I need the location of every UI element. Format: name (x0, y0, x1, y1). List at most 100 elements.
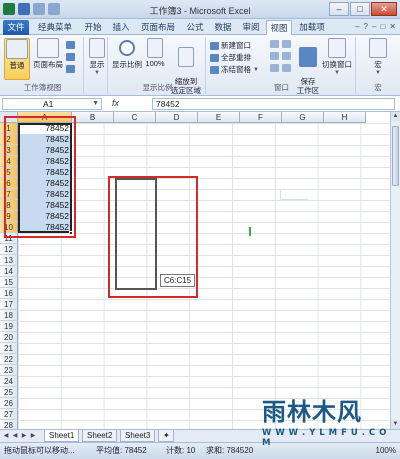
macros-button[interactable]: 宏 ▼ (364, 38, 392, 76)
zoom-100-button[interactable]: 100% (144, 38, 166, 68)
group-label-window: 窗口 (274, 83, 289, 92)
zoom-100-icon (147, 38, 163, 58)
tab-formulas[interactable]: 公式 (182, 20, 208, 35)
zoom-to-selection-icon (178, 47, 194, 67)
save-workspace-button[interactable]: 保存 工作区 (296, 38, 320, 104)
row-header-15[interactable]: 15 (0, 277, 18, 288)
tab-classic-menu[interactable]: 经典菜单 (32, 20, 78, 35)
tab-insert[interactable]: 插入 (108, 20, 134, 35)
row-header-12[interactable]: 12 (0, 244, 18, 255)
full-screen-button[interactable] (66, 65, 75, 73)
row-header-16[interactable]: 16 (0, 288, 18, 299)
tab-view[interactable]: 视图 (266, 20, 292, 35)
chevron-down-icon: ▼ (94, 70, 100, 76)
name-box[interactable]: A1 ▼ (2, 98, 102, 110)
column-header-g[interactable]: G (282, 112, 324, 123)
tab-home[interactable]: 开始 (80, 20, 106, 35)
row-header-24[interactable]: 24 (0, 376, 18, 387)
highlight-box-source (4, 116, 76, 238)
scroll-up-icon[interactable]: ▲ (391, 112, 400, 121)
close-button[interactable]: ✕ (371, 2, 397, 16)
workbook-minimize-button[interactable]: – (372, 22, 376, 31)
group-label-zoom: 显示比例 (142, 83, 173, 92)
next-sheet-icon[interactable]: ▶ (20, 432, 28, 439)
vertical-scrollbar[interactable]: ▲ ▼ (390, 112, 400, 429)
zoom-button[interactable]: 显示比例 (112, 38, 142, 70)
group-label-macros: 宏 (374, 83, 382, 92)
custom-views-button[interactable] (66, 53, 75, 61)
reset-window-position-button[interactable] (282, 64, 291, 72)
row-header-20[interactable]: 20 (0, 332, 18, 343)
row-header-13[interactable]: 13 (0, 255, 18, 266)
sheet-tab-2[interactable]: Sheet2 (82, 430, 118, 442)
row-header-22[interactable]: 22 (0, 354, 18, 365)
minimize-button[interactable]: – (329, 2, 349, 16)
show-button[interactable]: 显示 ▼ (87, 38, 107, 76)
column-header-e[interactable]: E (198, 112, 240, 123)
page-layout-icon (37, 38, 59, 58)
tab-review[interactable]: 审阅 (238, 20, 264, 35)
tab-page-layout[interactable]: 页面布局 (136, 20, 180, 35)
column-header-d[interactable]: D (156, 112, 198, 123)
page-layout-view-button[interactable]: 页面布局 (32, 38, 64, 70)
workbook-restore-button[interactable]: □ (380, 22, 385, 31)
freeze-panes-button[interactable]: 冻结窗格 ▼ (210, 64, 259, 75)
arrange-all-button[interactable]: 全部重排 (210, 52, 251, 63)
group-workbook-views: 普通 页面布局 工作簿视图 (2, 37, 84, 94)
unhide-button[interactable] (270, 64, 279, 72)
chevron-down-icon[interactable]: ▼ (92, 99, 99, 109)
row-header-19[interactable]: 19 (0, 321, 18, 332)
last-sheet-icon[interactable]: ▶ (29, 432, 37, 439)
switch-windows-button[interactable]: 切换窗口 ▼ (320, 38, 354, 76)
help-icon[interactable]: ? (364, 22, 368, 31)
column-header-c[interactable]: C (114, 112, 156, 123)
column-header-h[interactable]: H (324, 112, 366, 123)
row-header-23[interactable]: 23 (0, 365, 18, 376)
status-count: 计数: 10 (166, 446, 196, 455)
view-side-by-side-button[interactable] (282, 40, 291, 48)
row-header-17[interactable]: 17 (0, 299, 18, 310)
tab-data[interactable]: 数据 (210, 20, 236, 35)
row-header-28[interactable]: 28 (0, 420, 18, 429)
column-header-b[interactable]: B (72, 112, 114, 123)
save-workspace-icon (299, 47, 317, 67)
freeze-panes-icon (210, 65, 219, 74)
ribbon-tab-bar: 文件 经典菜单 开始 插入 页面布局 公式 数据 审阅 视图 加载项 – ? –… (0, 19, 400, 35)
tab-file[interactable]: 文件 (3, 20, 29, 35)
maximize-button[interactable]: □ (350, 2, 370, 16)
sheet-tab-3[interactable]: Sheet3 (120, 430, 156, 442)
row-header-18[interactable]: 18 (0, 310, 18, 321)
workbook-close-button[interactable]: ✕ (389, 22, 396, 31)
insert-function-button[interactable]: fx (112, 98, 119, 108)
sheet-tab-1[interactable]: Sheet1 (44, 430, 80, 442)
status-average: 平均值: 78452 (96, 446, 147, 455)
normal-view-button[interactable]: 普通 (4, 38, 30, 80)
row-header-21[interactable]: 21 (0, 343, 18, 354)
split-button[interactable] (270, 40, 279, 48)
custom-views-icon (66, 53, 75, 61)
sync-scrolling-button[interactable] (282, 52, 291, 60)
prev-sheet-icon[interactable]: ◀ (11, 432, 19, 439)
tab-add-ins[interactable]: 加载项 (294, 20, 330, 35)
first-sheet-icon[interactable]: ◀ (2, 432, 10, 439)
insert-sheet-icon[interactable]: ✦ (158, 430, 174, 442)
row-header-25[interactable]: 25 (0, 387, 18, 398)
ribbon-minimize-icon[interactable]: – (355, 22, 359, 31)
hide-button[interactable] (270, 52, 279, 60)
row-header-14[interactable]: 14 (0, 266, 18, 277)
chevron-down-icon: ▼ (375, 70, 381, 76)
new-window-button[interactable]: 新建窗口 (210, 40, 251, 51)
zoom-level[interactable]: 100% (376, 443, 396, 459)
title-bar: 工作簿3 - Microsoft Excel – □ ✕ (0, 0, 400, 19)
page-break-preview-button[interactable] (66, 41, 75, 49)
formula-input[interactable]: 78452 (152, 98, 395, 110)
zoom-to-selection-button[interactable]: 缩放到 选定区域 (168, 38, 204, 104)
column-header-f[interactable]: F (240, 112, 282, 123)
drag-tooltip: C6:C15 (160, 274, 196, 287)
sync-scrolling-icon (282, 52, 291, 60)
row-header-26[interactable]: 26 (0, 398, 18, 409)
row-header-27[interactable]: 27 (0, 409, 18, 420)
worksheet-grid[interactable]: ABCDEFGH 1 2 3 4 5 6 7 8 9 10 11 12 13 14 15 16 17 18 19 20… (0, 112, 400, 429)
scroll-thumb[interactable] (392, 126, 399, 186)
scroll-down-icon[interactable]: ▼ (391, 420, 400, 429)
